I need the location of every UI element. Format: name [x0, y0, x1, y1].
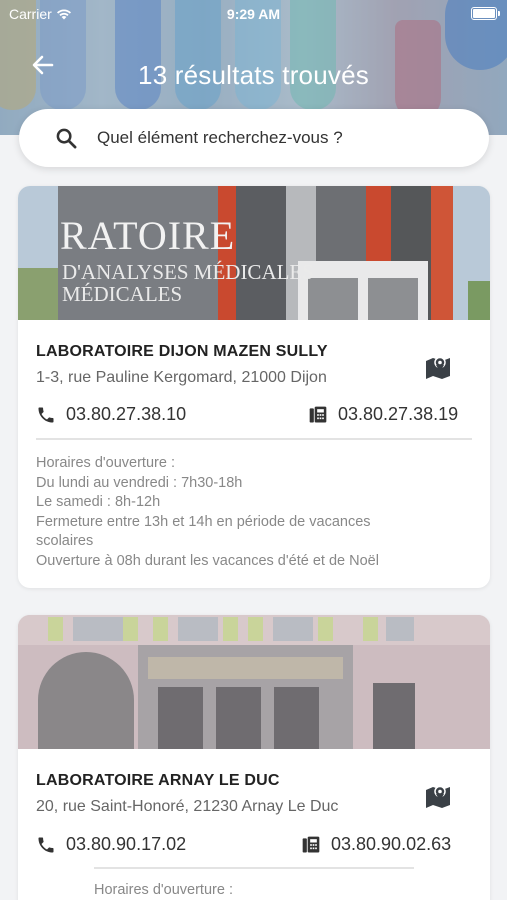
phone-icon	[38, 407, 54, 422]
search-input[interactable]	[97, 125, 477, 151]
search-bar[interactable]	[19, 109, 489, 167]
phone-icon	[38, 837, 54, 852]
laboratory-photo: RATOIRE D'ANALYSES MÉDICALES MÉDICALES	[18, 186, 490, 320]
search-icon	[56, 128, 77, 149]
opening-hours: Horaires d'ouverture : Du lundi au vendr…	[36, 454, 379, 572]
lab-name: LABORATOIRE DIJON MAZEN SULLY	[36, 343, 328, 360]
map-location-icon[interactable]	[423, 781, 453, 811]
hours-line: Le samedi : 8h-12h	[36, 494, 161, 511]
hours-line: Ouverture à 08h durant les vacances d'ét…	[36, 552, 379, 569]
status-bar: Carrier 9:29 AM	[0, 0, 507, 28]
hours-line: Du lundi au vendredi : 7h30-18h	[36, 474, 243, 491]
lab-name: LABORATOIRE ARNAY LE DUC	[36, 772, 280, 789]
photo-sign-small: MÉDICALES	[62, 282, 183, 306]
divider	[94, 867, 414, 869]
fax-row[interactable]: 03.80.27.38.19	[308, 404, 458, 425]
hours-line: Fermeture entre 13h et 14h en période de…	[36, 513, 371, 530]
lab-address: 1-3, rue Pauline Kergomard, 21000 Dijon	[36, 369, 327, 386]
fax-icon	[302, 836, 320, 852]
lab-address: 20, rue Saint-Honoré, 21230 Arnay Le Duc	[36, 798, 339, 815]
battery-icon	[471, 7, 500, 20]
fax-icon	[309, 406, 327, 422]
laboratory-photo	[18, 615, 490, 749]
hours-title: Horaires d'ouverture :	[36, 455, 175, 471]
result-card[interactable]: RATOIRE D'ANALYSES MÉDICALES MÉDICALES L…	[18, 186, 490, 588]
divider	[36, 438, 472, 440]
fax-number[interactable]: 03.80.27.38.19	[338, 404, 458, 425]
phone-number[interactable]: 03.80.90.17.02	[66, 834, 186, 855]
fax-number[interactable]: 03.80.90.02.63	[331, 834, 451, 855]
map-location-icon[interactable]	[423, 352, 453, 382]
fax-row[interactable]: 03.80.90.02.63	[301, 834, 451, 855]
phone-row[interactable]: 03.80.27.38.10	[36, 404, 186, 425]
result-card[interactable]: LABORATOIRE ARNAY LE DUC 20, rue Saint-H…	[18, 615, 490, 900]
hours-title: Horaires d'ouverture :	[94, 882, 233, 898]
photo-sign-large: RATOIRE	[60, 213, 236, 258]
phone-row[interactable]: 03.80.90.17.02	[36, 834, 186, 855]
clock: 9:29 AM	[226, 6, 281, 22]
phone-number[interactable]: 03.80.27.38.10	[66, 404, 186, 425]
opening-hours: Horaires d'ouverture :	[94, 881, 233, 900]
page-title: 13 résultats trouvés	[138, 60, 369, 90]
hours-line: scolaires	[36, 533, 94, 550]
